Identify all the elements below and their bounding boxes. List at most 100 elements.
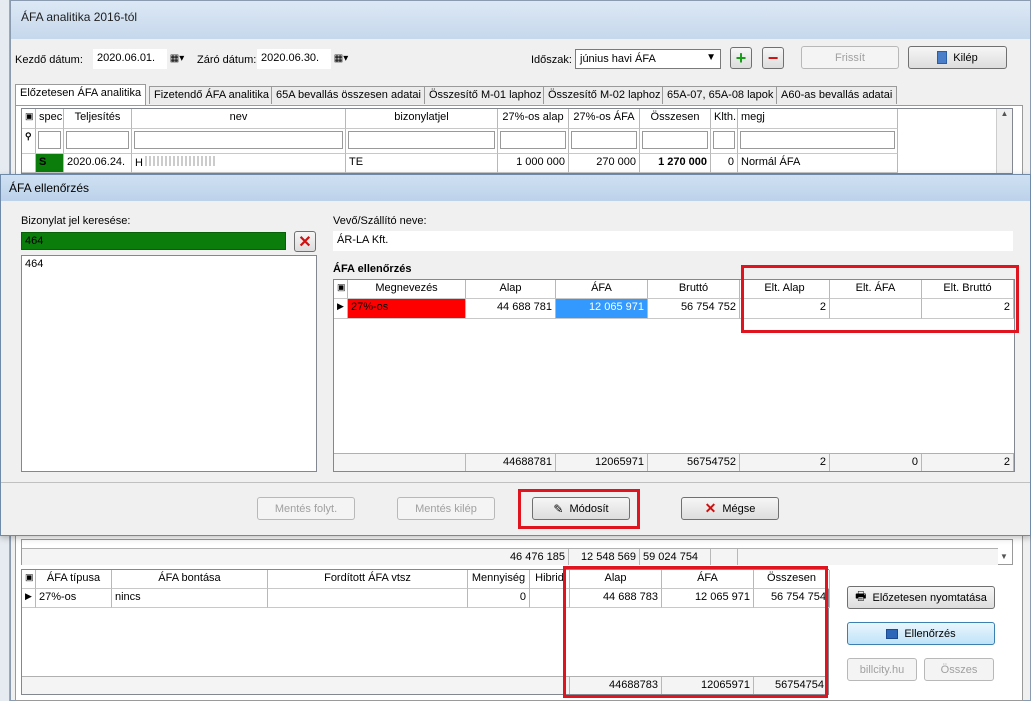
vat-cell[interactable]: 12 065 971 xyxy=(662,589,754,608)
vat-cell[interactable]: 12 065 971 xyxy=(556,299,648,319)
scroll-down-icon[interactable]: ▼ xyxy=(996,548,1012,565)
calendar-dropdown-icon[interactable]: ▦▾ xyxy=(331,50,351,68)
vat-type-cell[interactable]: 27%-os xyxy=(36,589,112,608)
table-row[interactable]: ▶ 27%-os 44 688 781 12 065 971 56 754 75… xyxy=(334,299,1014,319)
cancel-button[interactable]: ✕ Mégse xyxy=(681,497,779,520)
column-header[interactable]: Összesen xyxy=(640,109,711,129)
tab-m01[interactable]: Összesítő M-01 laphoz xyxy=(424,86,547,104)
search-result-list[interactable]: 464 xyxy=(21,255,317,472)
base-cell[interactable]: 44 688 783 xyxy=(570,589,662,608)
tab-elozetesen[interactable]: Előzetesen ÁFA analitika xyxy=(15,84,147,105)
column-header[interactable]: megj xyxy=(738,109,898,129)
base-cell[interactable]: 1 000 000 xyxy=(498,154,569,173)
modify-button[interactable]: ✎ Módosít xyxy=(532,497,630,520)
date-cell[interactable]: 2020.06.24. xyxy=(64,154,132,173)
reverse-vat-cell[interactable] xyxy=(268,589,468,608)
print-button[interactable]: 🖶 Előzetesen nyomtatása xyxy=(847,586,995,609)
partner-field[interactable]: ÁR-LA Kft. xyxy=(333,231,1013,251)
column-header[interactable]: spec xyxy=(36,109,64,129)
base-cell[interactable]: 44 688 781 xyxy=(466,299,556,319)
column-header[interactable]: Elt. Alap xyxy=(740,280,830,299)
filter-input[interactable] xyxy=(64,129,132,154)
hybrid-cell[interactable] xyxy=(530,589,570,608)
column-header[interactable]: Hibrid xyxy=(530,570,570,589)
name-cell[interactable]: 27%-os xyxy=(348,299,466,319)
all-button[interactable]: Összes xyxy=(924,658,994,681)
remove-icon[interactable]: − xyxy=(762,47,784,69)
tab-65a-07-08[interactable]: 65A-07, 65A-08 lapok xyxy=(662,86,779,104)
column-header[interactable]: ÁFA xyxy=(556,280,648,299)
tab-fizetendo[interactable]: Fizetendő ÁFA analitika xyxy=(149,86,274,104)
filter-input[interactable] xyxy=(132,129,346,154)
filter-input[interactable] xyxy=(711,129,738,154)
filter-input[interactable] xyxy=(738,129,898,154)
refresh-button[interactable]: Frissít xyxy=(801,46,899,69)
column-header[interactable]: Klth. xyxy=(711,109,738,129)
klth-cell[interactable]: 0 xyxy=(711,154,738,173)
total-cell[interactable]: 56 754 754 xyxy=(754,589,830,608)
name-cell[interactable]: H xyxy=(132,154,346,173)
grid-settings-icon[interactable]: ▣ xyxy=(22,109,36,129)
column-header[interactable]: Elt. Bruttó xyxy=(922,280,1014,299)
gross-cell[interactable]: 56 754 752 xyxy=(648,299,740,319)
diff-vat-cell[interactable] xyxy=(830,299,922,319)
save-continue-button[interactable]: Mentés folyt. xyxy=(257,497,355,520)
calendar-dropdown-icon[interactable]: ▦▾ xyxy=(167,50,187,68)
filter-input[interactable] xyxy=(569,129,640,154)
column-header[interactable]: ÁFA bontása xyxy=(112,570,268,589)
summary-total: 59 024 754 xyxy=(640,549,711,565)
column-header[interactable]: bizonylatjel xyxy=(346,109,498,129)
diff-gross-cell[interactable]: 2 xyxy=(922,299,1014,319)
add-icon[interactable]: + xyxy=(730,47,752,69)
binoculars-icon[interactable]: ⚲ xyxy=(22,129,36,154)
save-exit-button[interactable]: Mentés kilép xyxy=(397,497,495,520)
column-header[interactable]: Alap xyxy=(466,280,556,299)
vat-cell[interactable]: 270 000 xyxy=(569,154,640,173)
check-button[interactable]: Ellenőrzés xyxy=(847,622,995,645)
column-header[interactable]: ÁFA típusa xyxy=(36,570,112,589)
vat-split-cell[interactable]: nincs xyxy=(112,589,268,608)
note-cell[interactable]: Normál ÁFA xyxy=(738,154,898,173)
filter-input[interactable] xyxy=(36,129,64,154)
tab-m02[interactable]: Összesítő M-02 laphoz xyxy=(543,86,666,104)
grid-settings-icon[interactable]: ▣ xyxy=(334,280,348,299)
filter-input[interactable] xyxy=(498,129,569,154)
column-header[interactable]: Fordított ÁFA vtsz xyxy=(268,570,468,589)
column-header[interactable]: Megnevezés xyxy=(348,280,466,299)
filter-input[interactable] xyxy=(346,129,498,154)
column-header[interactable]: 27%-os alap xyxy=(498,109,569,129)
column-header[interactable]: Elt. ÁFA xyxy=(830,280,922,299)
list-item[interactable]: 464 xyxy=(22,256,316,272)
summary-row: 46 476 185 12 548 569 59 024 754 xyxy=(22,548,998,565)
search-input[interactable]: 464 xyxy=(21,232,286,250)
grid-settings-icon[interactable]: ▣ xyxy=(22,570,36,589)
redacted-text xyxy=(144,156,215,166)
tab-a60[interactable]: A60-as bevallás adatai xyxy=(776,86,898,104)
doc-id-cell[interactable]: TE xyxy=(346,154,498,173)
period-select[interactable]: június havi ÁFA ▼ xyxy=(575,49,721,69)
column-header[interactable]: nev xyxy=(132,109,346,129)
column-header[interactable]: Bruttó xyxy=(648,280,740,299)
end-date-field[interactable]: 2020.06.30. xyxy=(257,49,331,69)
total-cell[interactable]: 1 270 000 xyxy=(640,154,711,173)
tab-65a-osszesen[interactable]: 65A bevallás összesen adatai xyxy=(271,86,426,104)
clear-icon[interactable]: ✕ xyxy=(294,231,316,252)
table-row[interactable]: ▶ 27%-os nincs 0 44 688 783 12 065 971 5… xyxy=(22,589,830,608)
column-header[interactable]: Mennyiség xyxy=(468,570,530,589)
filter-input[interactable] xyxy=(640,129,711,154)
row-indicator xyxy=(22,154,36,173)
column-header[interactable]: 27%-os ÁFA xyxy=(569,109,640,129)
start-date-field[interactable]: 2020.06.01. xyxy=(93,49,167,69)
column-header[interactable]: ÁFA xyxy=(662,570,754,589)
diff-base-cell[interactable]: 2 xyxy=(740,299,830,319)
column-header[interactable]: Teljesítés xyxy=(64,109,132,129)
vat-check-header: ▣ Megnevezés Alap ÁFA Bruttó Elt. Alap E… xyxy=(334,280,1014,299)
exit-button[interactable]: Kilép xyxy=(908,46,1007,69)
billcity-button[interactable]: billcity.hu xyxy=(847,658,917,681)
scrollbar[interactable]: ▲ xyxy=(996,109,1012,173)
column-header[interactable]: Alap xyxy=(570,570,662,589)
column-header[interactable]: Összesen xyxy=(754,570,830,589)
quantity-cell[interactable]: 0 xyxy=(468,589,530,608)
table-row[interactable]: S 2020.06.24. H TE 1 000 000 270 000 1 2… xyxy=(22,154,1012,173)
spec-cell[interactable]: S xyxy=(36,154,64,173)
